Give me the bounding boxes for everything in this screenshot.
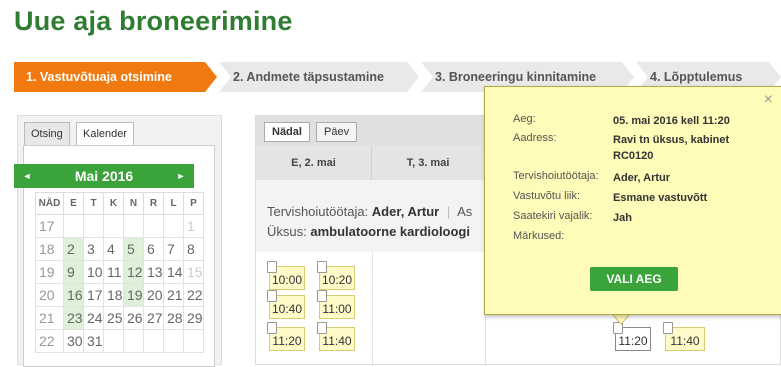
calendar-day: 26 (123, 306, 144, 330)
calendar-day: 8 (183, 237, 204, 261)
popup-value: Jah (613, 212, 632, 224)
page-title: Uue aja broneerimine (14, 6, 293, 36)
calendar-header-cell: L (163, 192, 184, 215)
tab-week[interactable]: Nädal (264, 122, 310, 142)
unit-info: Üksus: ambulatoorne kardioloogi (267, 224, 470, 239)
week-number: 22 (35, 329, 64, 353)
calendar-header-cell: NÄD (35, 192, 64, 215)
calendar-day: 17 (83, 283, 104, 307)
calendar-day: 3 (83, 237, 104, 261)
calendar-day (163, 329, 184, 353)
calendar-day: 24 (83, 306, 104, 330)
calendar-day[interactable]: 5 (123, 237, 144, 261)
calendar-day: 20 (143, 283, 164, 307)
calendar-day: 18 (103, 283, 124, 307)
calendar-day: 15 (183, 260, 204, 284)
popup-label: Tervishoiutöötaja: (513, 170, 599, 182)
popup-label: Aeg: (513, 113, 536, 125)
calendar-day (123, 329, 144, 353)
tab-calendar[interactable]: Kalender (76, 122, 135, 146)
week-number: 21 (35, 306, 64, 330)
calendar-day: 25 (103, 306, 124, 330)
calendar-header: ◄ Mai 2016 ► (14, 164, 194, 188)
column-divider (372, 252, 373, 366)
week-number: 20 (35, 283, 64, 307)
day-header: T, 3. mai (372, 146, 485, 180)
next-month-icon[interactable]: ► (172, 164, 190, 188)
calendar-day (163, 214, 184, 238)
calendar-header-cell: R (143, 192, 164, 215)
week-number: 19 (35, 260, 64, 284)
calendar-day: 28 (163, 306, 184, 330)
calendar-day: 21 (163, 283, 184, 307)
calendar-day (183, 329, 204, 353)
time-slot[interactable]: 11:40 (317, 322, 355, 351)
close-icon[interactable]: × (764, 91, 773, 109)
week-number: 17 (35, 214, 64, 238)
time-slot[interactable]: 10:20 (317, 261, 355, 290)
worker-value: Ader, Artur (371, 204, 440, 219)
popup-label: Saatekiri vajalik: (513, 210, 593, 222)
select-time-button[interactable]: VALI AEG (590, 267, 678, 291)
time-slot[interactable]: 10:40 (267, 290, 305, 319)
calendar-day: 27 (143, 306, 164, 330)
calendar-day: 1 (183, 214, 204, 238)
day-header: E, 2. mai (256, 146, 372, 180)
unit-label: Üksus: (267, 224, 307, 239)
calendar-grid: NÄD E T K N R L P 17 1 18 2 3 4 5 6 7 8 … (35, 192, 204, 353)
calendar-day: 30 (63, 329, 84, 353)
week-number: 18 (35, 237, 64, 261)
calendar-day: 10 (83, 260, 104, 284)
calendar-day: 7 (163, 237, 184, 261)
calendar-day[interactable]: 12 (123, 260, 144, 284)
calendar-day (103, 214, 124, 238)
time-slot[interactable]: 10:00 (267, 261, 305, 290)
calendar-header-cell: T (83, 192, 104, 215)
popup-value: Ader, Artur (613, 172, 671, 184)
popup-value: Ravi tn üksus, kabinet RC0120 (613, 134, 730, 162)
calendar-day: 31 (83, 329, 104, 353)
calendar-day (103, 329, 124, 353)
calendar-day: 11 (103, 260, 124, 284)
tab-day[interactable]: Päev (316, 122, 358, 142)
calendar-day: 4 (103, 237, 124, 261)
calendar-day (143, 329, 164, 353)
appointment-popup: × Aeg: 05. mai 2016 kell 11:20 Aadress: … (484, 86, 781, 315)
extra-label: As (457, 204, 473, 219)
worker-info: Tervishoiutöötaja: Ader, Artur | As (267, 204, 473, 219)
popup-label: Vastuvõtu liik: (513, 190, 581, 202)
tab-search[interactable]: Otsing (24, 122, 70, 146)
calendar-day: 22 (183, 283, 204, 307)
calendar-day: 6 (143, 237, 164, 261)
calendar-day: 14 (163, 260, 184, 284)
popup-label: Märkused: (513, 230, 565, 242)
calendar-day[interactable]: 19 (123, 283, 144, 307)
calendar-header-cell: N (123, 192, 144, 215)
calendar-day: 29 (183, 306, 204, 330)
worker-label: Tervishoiutöötaja: (267, 204, 369, 219)
time-slot[interactable]: 11:40 (663, 322, 705, 351)
popup-label: Aadress: (513, 132, 557, 144)
calendar-day (63, 214, 84, 238)
calendar-header-cell: E (63, 192, 84, 215)
calendar-day[interactable]: 23 (63, 306, 84, 330)
calendar-day[interactable]: 16 (63, 283, 84, 307)
calendar-header-cell: K (103, 192, 124, 215)
calendar-day (143, 214, 164, 238)
time-slot-selected[interactable]: 11:20 (613, 322, 651, 351)
popup-value: 05. mai 2016 kell 11:20 (613, 115, 730, 127)
step-search[interactable]: 1. Vastuvõtuaja otsimine (14, 62, 217, 92)
calendar-day[interactable]: 2 (63, 237, 84, 261)
time-slot[interactable]: 11:00 (317, 290, 355, 319)
popup-value: Esmane vastuvõtt (613, 192, 708, 204)
calendar-day: 13 (143, 260, 164, 284)
calendar-day[interactable]: 9 (63, 260, 84, 284)
calendar-header-cell: P (183, 192, 204, 215)
step-details[interactable]: 2. Andmete täpsustamine (219, 62, 419, 92)
time-slot[interactable]: 11:20 (267, 322, 305, 351)
unit-value: ambulatoorne kardioloogi (310, 224, 470, 239)
calendar-day (123, 214, 144, 238)
calendar-day (83, 214, 104, 238)
calendar-month: Mai 2016 (74, 168, 134, 184)
